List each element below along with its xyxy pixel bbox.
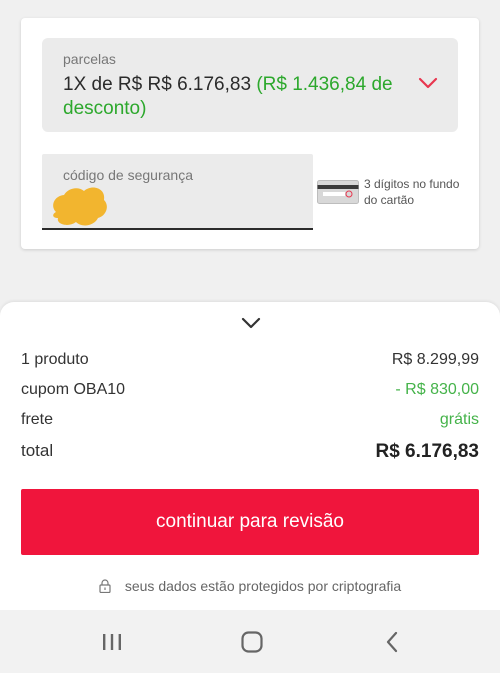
summary-row-value: - R$ 830,00 (395, 381, 479, 398)
continue-to-review-button[interactable]: continuar para revisão (21, 489, 479, 555)
summary-row-shipping: frete grátis (21, 411, 479, 433)
security-notice: seus dados estão protegidos por criptogr… (0, 578, 500, 594)
summary-row-total: total R$ 6.176,83 (21, 441, 479, 463)
summary-row-label: total (21, 441, 54, 460)
summary-row-value: R$ 6.176,83 (375, 441, 479, 462)
summary-row-products: 1 produto R$ 8.299,99 (21, 351, 479, 373)
installments-select[interactable]: parcelas 1X de R$ R$ 6.176,83 (R$ 1.436,… (42, 38, 458, 132)
security-notice-text: seus dados estão protegidos por criptogr… (124, 578, 402, 594)
security-code-hint: 3 dígitos no fundo do cartão (364, 177, 460, 207)
chevron-down-icon[interactable] (418, 76, 438, 90)
security-code-field[interactable]: código de segurança (42, 154, 313, 230)
redacted-value (53, 187, 107, 226)
installments-amount: 1X de R$ R$ 6.176,83 (63, 74, 257, 95)
summary-row-value: R$ 8.299,99 (391, 351, 479, 368)
recents-icon[interactable] (98, 628, 126, 656)
security-code-label: código de segurança (63, 167, 193, 183)
summary-row-coupon: cupom OBA10 - R$ 830,00 (21, 381, 479, 403)
summary-row-label: cupom OBA10 (21, 381, 126, 398)
installments-label: parcelas (63, 51, 116, 67)
summary-row-label: frete (21, 411, 54, 428)
home-icon[interactable] (238, 628, 266, 656)
summary-row-value: grátis (439, 411, 479, 428)
chevron-down-icon[interactable] (240, 316, 262, 330)
payment-card: parcelas 1X de R$ R$ 6.176,83 (R$ 1.436,… (21, 18, 479, 249)
system-navigation-bar (0, 610, 500, 673)
back-icon[interactable] (378, 628, 406, 656)
installments-value: 1X de R$ R$ 6.176,83 (R$ 1.436,84 de des… (63, 73, 393, 121)
credit-card-back-icon (317, 180, 359, 204)
order-summary-sheet: 1 produto R$ 8.299,99 cupom OBA10 - R$ 8… (0, 302, 500, 610)
lock-icon (99, 579, 111, 593)
summary-row-label: 1 produto (21, 351, 89, 368)
